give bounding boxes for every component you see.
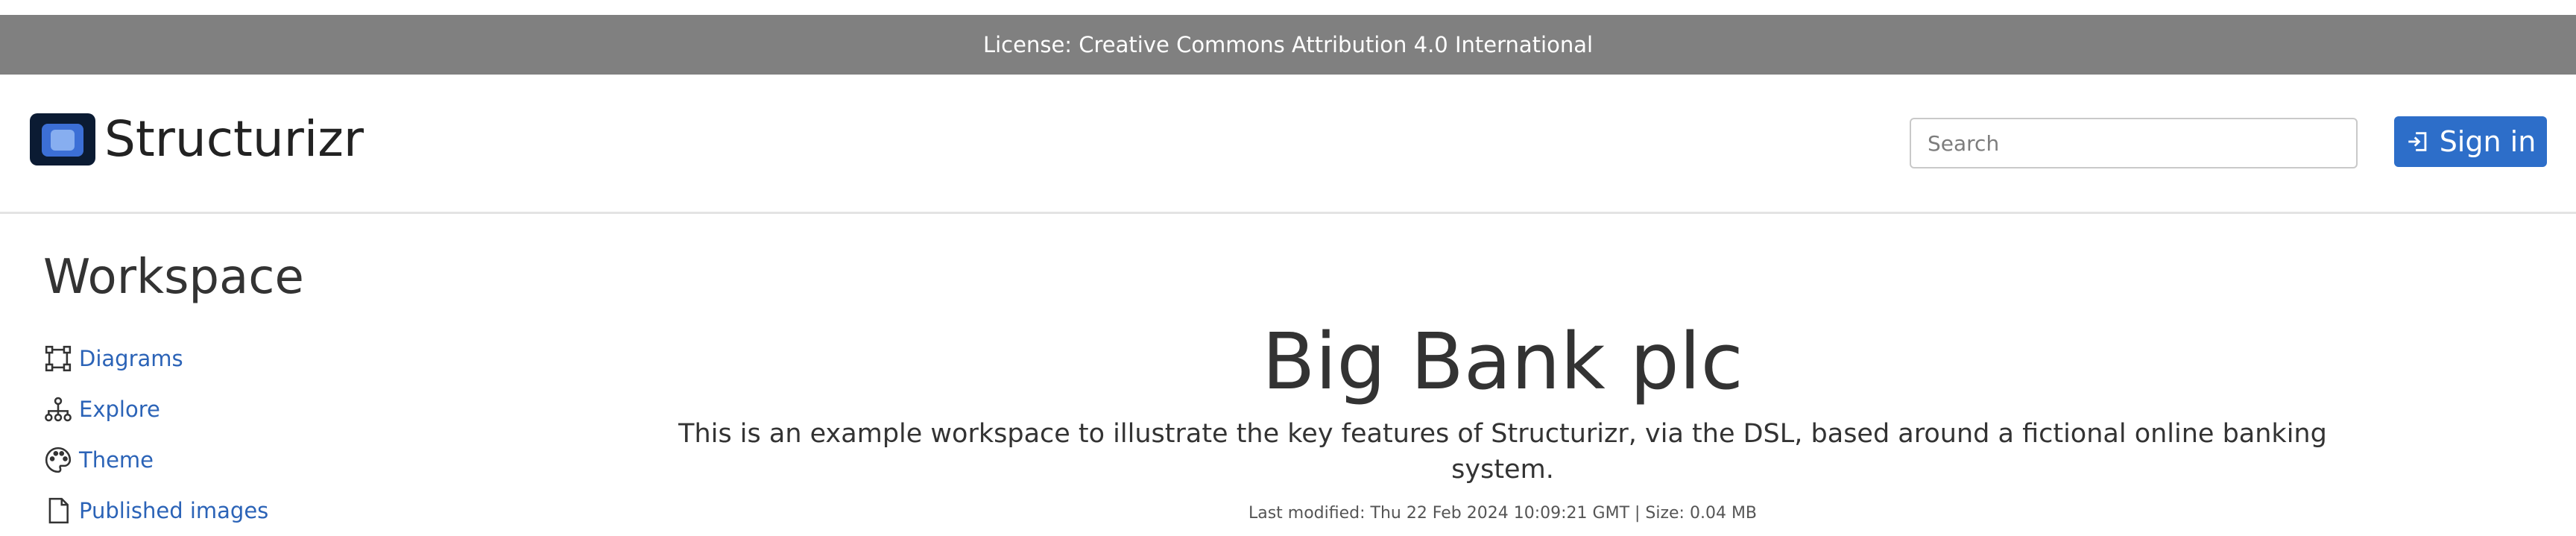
site-header: Structurizr Sign in [0,75,2576,214]
signin-label: Sign in [2439,125,2536,158]
sidebar-item-published-images[interactable]: Published images [43,485,490,536]
workspace-description: This is an example workspace to illustra… [678,419,2327,485]
sidebar-item-label: Theme [79,447,154,473]
search-input[interactable] [1910,118,2358,168]
image-file-icon [43,496,73,526]
page-title: Big Bank plc [1262,316,1743,407]
sidebar-item-diagrams[interactable]: Diagrams [43,333,490,384]
last-modified-info: Last modified: Thu 22 Feb 2024 10:09:21 … [1248,504,1758,523]
top-spacer [0,0,2576,15]
sidebar-item-label: Diagrams [79,346,183,371]
hierarchy-icon [43,394,73,424]
license-text: License: Creative Commons Attribution 4.… [982,32,1594,57]
brand-name: Structurizr [104,110,364,168]
structurizr-logo-icon [30,113,95,165]
sidebar-item-theme[interactable]: Theme [43,435,490,485]
diagram-icon [43,344,73,373]
sidebar-item-label: Published images [79,498,269,523]
signin-button[interactable]: Sign in [2394,116,2547,167]
sidebar-item-explore[interactable]: Explore [43,384,490,435]
license-banner: License: Creative Commons Attribution 4.… [0,15,2576,75]
workspace-summary: Big Bank plc This is an example workspac… [641,313,2364,523]
sidebar-title: Workspace [43,250,304,305]
palette-icon [43,445,73,475]
workspace-sidebar: Workspace Diagrams Explore Theme Publish… [43,250,490,536]
sidebar-item-label: Explore [79,397,160,422]
brand-link[interactable]: Structurizr [30,110,364,168]
sign-in-icon [2408,132,2427,151]
